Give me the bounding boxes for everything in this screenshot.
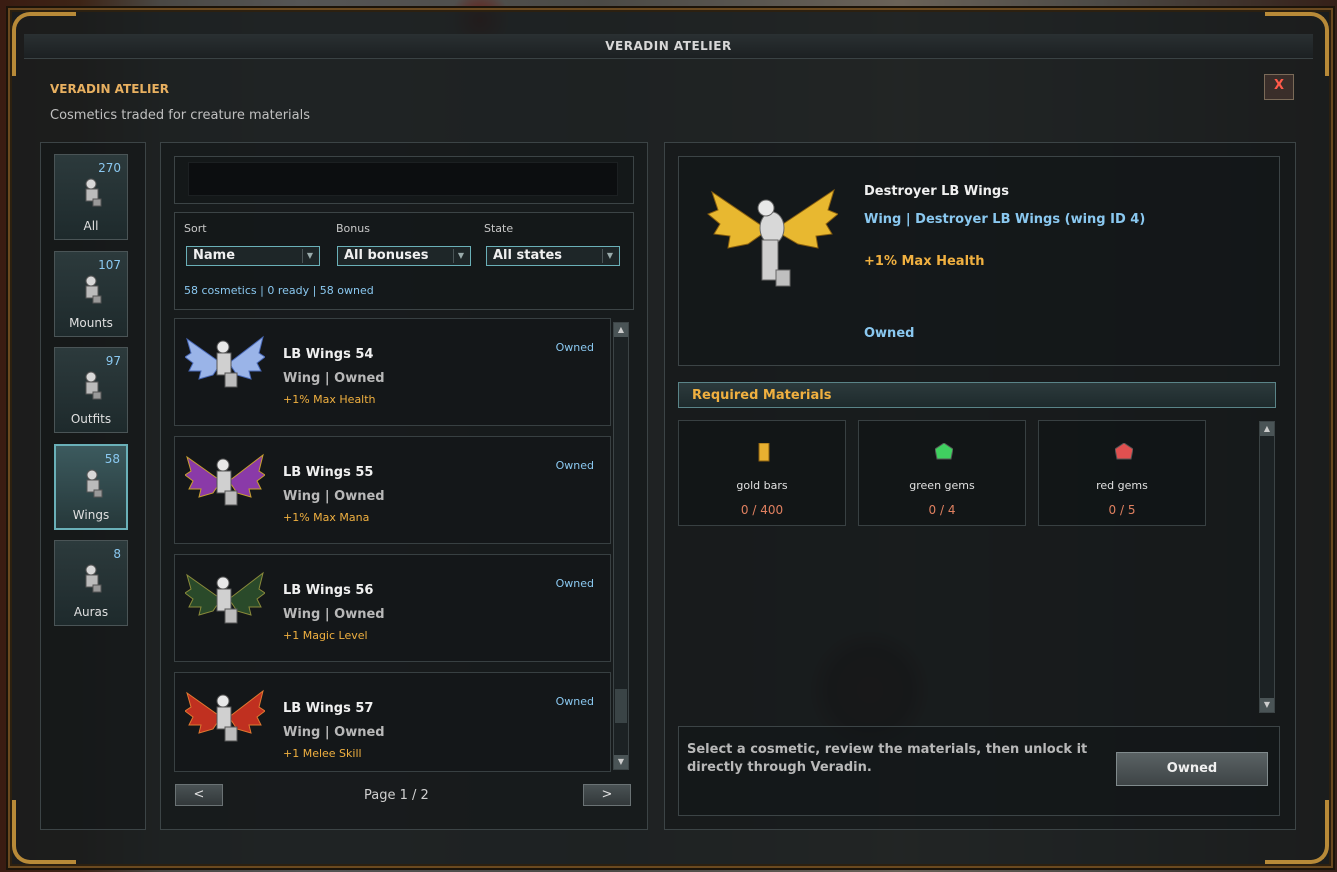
item-type: Wing | Owned — [283, 371, 385, 386]
page-subtitle: Cosmetics traded for creature materials — [50, 108, 311, 123]
item-type: Wing | Owned — [283, 489, 385, 504]
wings-icon — [185, 335, 265, 388]
item-bonus: +1 Melee Skill — [283, 747, 362, 760]
results-summary: 58 cosmetics | 0 ready | 58 owned — [184, 284, 374, 297]
mounts-icon — [85, 275, 102, 304]
detail-name: Destroyer LB Wings — [864, 184, 1009, 199]
scroll-down-icon[interactable]: ▼ — [1260, 698, 1274, 712]
category-count: 58 — [104, 452, 120, 466]
sort-label: Sort — [184, 222, 207, 235]
list-scrollbar[interactable]: ▲ ▼ — [613, 322, 629, 770]
chevron-down-icon: ▼ — [302, 249, 317, 263]
material-name: green gems — [909, 479, 975, 492]
material-progress: 0 / 5 — [1108, 503, 1136, 517]
item-type: Wing | Owned — [283, 607, 385, 622]
bonus-label: Bonus — [336, 222, 370, 235]
item-bonus: +1% Max Mana — [283, 511, 370, 524]
state-select-value: All states — [493, 248, 562, 263]
category-count: 107 — [98, 258, 121, 272]
chevron-down-icon: ▼ — [602, 249, 617, 263]
green-gem-icon — [935, 443, 953, 460]
list-item[interactable]: LB Wings 56 Wing | Owned +1 Magic Level Own… — [174, 554, 611, 662]
item-bonus: +1% Max Health — [283, 393, 376, 406]
item-state: Owned — [555, 341, 594, 354]
required-materials-title: Required Materials — [692, 388, 832, 403]
scroll-down-icon[interactable]: ▼ — [614, 755, 628, 769]
auras-icon — [85, 564, 102, 593]
category-label: Mounts — [69, 316, 113, 330]
scrollbar-thumb[interactable] — [615, 689, 627, 723]
category-mounts[interactable]: 107 Mounts — [54, 251, 128, 337]
wings-icon — [185, 571, 265, 624]
owned-action-button[interactable]: Owned — [1116, 752, 1268, 786]
material-progress: 0 / 4 — [928, 503, 956, 517]
wings-preview-icon — [707, 188, 838, 287]
material-name: red gems — [1096, 479, 1148, 492]
category-count: 8 — [113, 547, 121, 561]
category-label: Wings — [72, 508, 110, 522]
bonus-select[interactable]: All bonuses ▼ — [337, 246, 471, 266]
instruction-text: Select a cosmetic, review the materials,… — [687, 742, 1088, 775]
gold-bar-icon — [758, 443, 770, 462]
wings-icon — [185, 689, 265, 742]
scroll-up-icon[interactable]: ▲ — [1260, 422, 1274, 436]
search-input[interactable] — [188, 162, 618, 196]
item-name: LB Wings 56 — [283, 583, 374, 598]
item-state: Owned — [555, 459, 594, 472]
material-progress: 0 / 400 — [740, 503, 784, 517]
prev-page-button[interactable]: < — [175, 784, 223, 806]
detail-bonus: +1% Max Health — [864, 254, 985, 269]
wings-icon — [185, 453, 265, 506]
category-label: Auras — [73, 605, 109, 619]
category-wings[interactable]: 58 Wings — [54, 444, 128, 530]
list-item[interactable]: LB Wings 54 Wing | Owned +1% Max Health Own… — [174, 318, 611, 426]
sort-select[interactable]: Name ▼ — [186, 246, 320, 266]
item-bonus: +1 Magic Level — [283, 629, 368, 642]
bonus-select-value: All bonuses — [344, 248, 429, 263]
category-auras[interactable]: 8 Auras — [54, 540, 128, 626]
sort-select-value: Name — [193, 248, 236, 263]
item-name: LB Wings 55 — [283, 465, 374, 480]
item-name: LB Wings 57 — [283, 701, 374, 716]
close-button[interactable]: X — [1264, 74, 1294, 100]
item-type: Wing | Owned — [283, 725, 385, 740]
red-gem-icon — [1115, 443, 1133, 460]
material-card: green gems 0 / 4 — [858, 420, 1026, 526]
list-item[interactable]: LB Wings 57 Wing | Owned +1 Melee Skill Own… — [174, 672, 611, 772]
materials-scrollbar[interactable]: ▲ ▼ — [1259, 421, 1275, 713]
detail-type: Wing | Destroyer LB Wings (wing ID 4) — [864, 212, 1146, 227]
list-item[interactable]: LB Wings 55 Wing | Owned +1% Max Mana Owned — [174, 436, 611, 544]
chevron-down-icon: ▼ — [453, 249, 468, 263]
state-select[interactable]: All states ▼ — [486, 246, 620, 266]
wings-icon — [86, 469, 103, 498]
window-title[interactable]: VERADIN ATELIER — [24, 34, 1313, 59]
material-name: gold bars — [736, 479, 788, 492]
category-count: 270 — [98, 161, 121, 175]
category-count: 97 — [105, 354, 121, 368]
item-state: Owned — [555, 695, 594, 708]
category-label: Outfits — [70, 412, 112, 426]
category-label: All — [83, 219, 99, 233]
category-all[interactable]: 270 All — [54, 154, 128, 240]
page-indicator: Page 1 / 2 — [364, 788, 429, 803]
outfits-icon — [85, 371, 102, 400]
state-label: State — [484, 222, 514, 235]
scroll-up-icon[interactable]: ▲ — [614, 323, 628, 337]
material-card: red gems 0 / 5 — [1038, 420, 1206, 526]
required-materials-header: Required Materials — [678, 382, 1276, 408]
detail-state: Owned — [864, 326, 915, 341]
next-page-button[interactable]: > — [583, 784, 631, 806]
item-name: LB Wings 54 — [283, 347, 374, 362]
page-title: VERADIN ATELIER — [50, 82, 169, 96]
item-state: Owned — [555, 577, 594, 590]
all-icon — [85, 178, 102, 207]
material-card: gold bars 0 / 400 — [678, 420, 846, 526]
category-outfits[interactable]: 97 Outfits — [54, 347, 128, 433]
